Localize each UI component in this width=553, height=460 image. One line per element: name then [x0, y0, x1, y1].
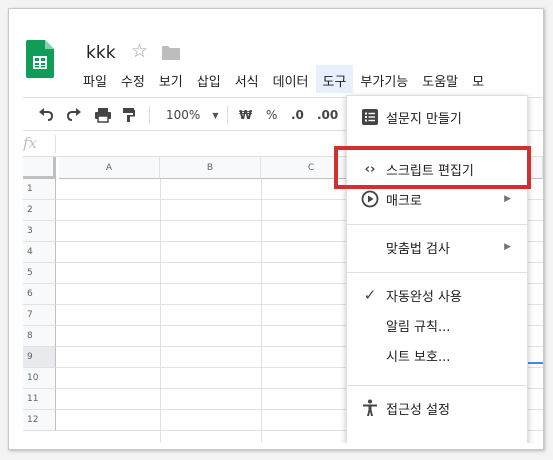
menu-item-notification-rules[interactable]: 알림 규칙... — [347, 310, 527, 340]
row-header-7[interactable]: 7 — [23, 305, 56, 326]
star-icon[interactable]: ☆ — [131, 40, 148, 62]
decrease-decimals-button[interactable]: .0 — [291, 105, 304, 125]
menu-item-label: 알림 규칙... — [386, 319, 451, 335]
menu-item-autocomplete[interactable]: ✓ 자동완성 사용 — [347, 280, 527, 310]
checkmark-icon: ✓ — [363, 286, 377, 304]
menu-insert[interactable]: 삽입 — [190, 65, 228, 93]
row-header-4[interactable]: 4 — [23, 242, 56, 263]
grid-line — [261, 179, 262, 443]
menu-tools[interactable]: 도구 — [315, 65, 354, 93]
sheets-window: kkk ☆ 파일 수정 보기 삽입 서식 데이터 도구 부가기능 도움말 모 1… — [23, 23, 543, 443]
percent-format-button[interactable]: % — [266, 105, 277, 125]
menu-item-label: 시트 보호... — [386, 349, 451, 365]
document-title[interactable]: kkk — [86, 43, 116, 63]
menu-item-label: 설문지 만들기 — [386, 111, 462, 127]
toolbar-divider — [149, 106, 150, 124]
print-icon[interactable] — [94, 105, 112, 125]
sheets-logo-icon[interactable] — [26, 40, 54, 78]
menu-view[interactable]: 보기 — [152, 65, 190, 93]
menu-item-label: 접근성 설정 — [386, 402, 450, 418]
play-circle-icon — [361, 190, 379, 208]
row-header-2[interactable]: 2 — [23, 200, 56, 221]
form-icon — [362, 109, 378, 125]
menu-addons[interactable]: 부가기능 — [353, 65, 415, 93]
chevron-down-icon: ▼ — [212, 110, 219, 120]
menu-file[interactable]: 파일 — [76, 65, 114, 93]
menu-format[interactable]: 서식 — [228, 65, 266, 93]
menu-item-create-form[interactable]: 설문지 만들기 — [347, 102, 527, 132]
submenu-arrow-icon: ▶ — [504, 242, 511, 252]
currency-format-button[interactable]: ₩ — [239, 105, 252, 125]
menu-overflow[interactable]: 모 — [465, 65, 491, 93]
row-header-12[interactable]: 12 — [23, 410, 56, 431]
row-header-1[interactable]: 1 — [23, 179, 56, 200]
row-header-5[interactable]: 5 — [23, 263, 56, 284]
fx-icon: fx — [23, 134, 38, 152]
accessibility-icon — [363, 399, 377, 416]
increase-decimals-button[interactable]: .00 — [317, 105, 338, 125]
menu-item-label: 매크로 — [386, 193, 422, 209]
menu-divider — [347, 224, 527, 225]
column-header-b[interactable]: B — [160, 157, 261, 179]
row-header-11[interactable]: 11 — [23, 389, 56, 410]
paint-format-icon[interactable] — [122, 105, 136, 125]
folder-icon[interactable] — [162, 46, 180, 60]
column-header-a[interactable]: A — [59, 157, 160, 179]
zoom-select[interactable]: 100% ▼ — [166, 105, 218, 125]
menu-item-spelling[interactable]: 맞춤법 검사 ▶ — [347, 232, 527, 262]
zoom-value: 100% — [166, 108, 201, 122]
menu-item-accessibility[interactable]: 접근성 설정 — [347, 393, 527, 423]
menu-divider — [347, 385, 527, 386]
toolbar-divider — [227, 106, 228, 124]
submenu-arrow-icon: ▶ — [504, 194, 511, 204]
redo-icon[interactable] — [66, 105, 82, 125]
highlight-box — [334, 146, 531, 189]
menu-item-label: 맞춤법 검사 — [386, 241, 450, 257]
menubar: 파일 수정 보기 삽입 서식 데이터 도구 부가기능 도움말 모 — [76, 65, 491, 93]
menu-help[interactable]: 도움말 — [415, 65, 465, 93]
row-header-3[interactable]: 3 — [23, 221, 56, 242]
menu-divider — [347, 272, 527, 273]
row-header-8[interactable]: 8 — [23, 326, 56, 347]
menu-edit[interactable]: 수정 — [114, 65, 152, 93]
row-header-10[interactable]: 10 — [23, 368, 56, 389]
grid-line — [160, 179, 161, 443]
screenshot-frame: kkk ☆ 파일 수정 보기 삽입 서식 데이터 도구 부가기능 도움말 모 1… — [8, 8, 544, 450]
undo-icon[interactable] — [38, 105, 54, 125]
select-all-corner[interactable] — [23, 157, 56, 179]
menu-item-protect-sheet[interactable]: 시트 보호... — [347, 340, 527, 370]
menu-data[interactable]: 데이터 — [266, 65, 316, 93]
formula-divider — [55, 135, 56, 153]
menu-item-label: 자동완성 사용 — [386, 289, 462, 305]
row-header-9[interactable]: 9 — [23, 347, 56, 368]
row-header-6[interactable]: 6 — [23, 284, 56, 305]
